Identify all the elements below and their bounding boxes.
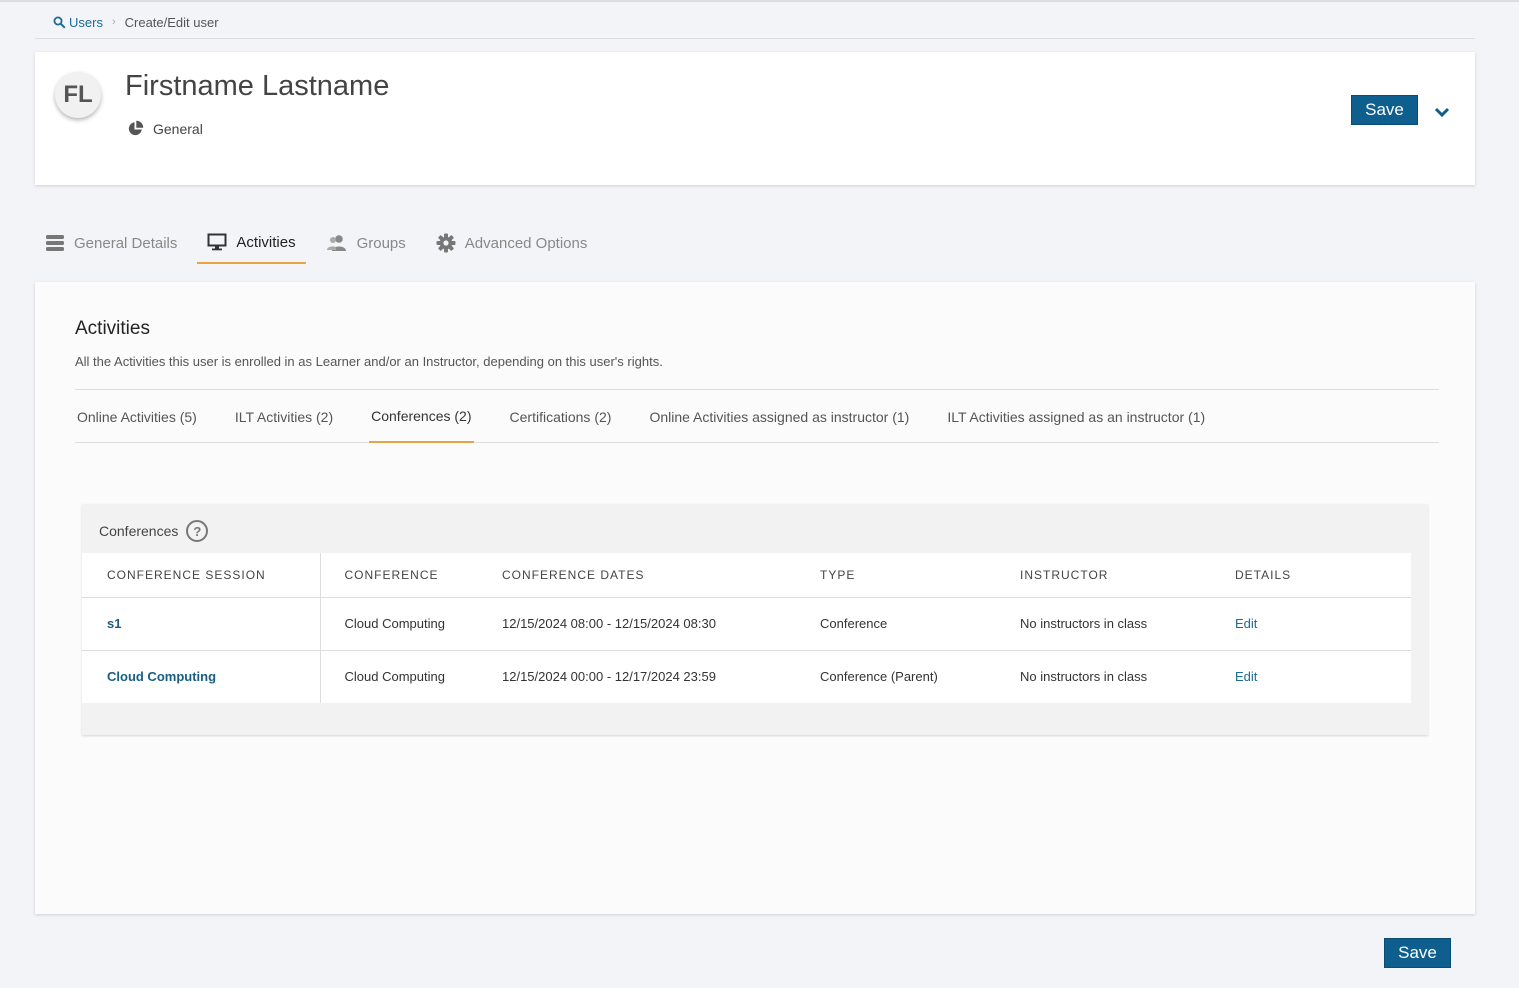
cell-dates: 12/15/2024 08:00 - 12/15/2024 08:30 [502,597,820,651]
user-type-label: General [153,120,203,137]
column-header-dates[interactable]: CONFERENCE DATES [502,553,820,598]
edit-link[interactable]: Edit [1235,669,1257,684]
breadcrumb-divider [35,38,1475,39]
session-link[interactable]: s1 [107,616,121,631]
main-tabs: General Details Activities Groups Advanc… [35,222,607,266]
subtab-online-activities[interactable]: Online Activities (5) [75,390,199,443]
cell-instructor: No instructors in class [1020,597,1235,651]
users-icon [326,235,346,251]
save-button[interactable]: Save [1351,95,1418,125]
column-header-session[interactable]: CONFERENCE SESSION [82,553,321,598]
user-header-card: FL Firstname Lastname General Save [35,52,1475,185]
section-title: Activities [75,318,150,339]
list-icon [46,235,64,251]
top-border [0,0,1519,2]
table-row: Cloud Computing Cloud Computing 12/15/20… [82,650,1411,703]
save-button-bottom[interactable]: Save [1384,938,1451,968]
chevron-down-icon[interactable] [1433,105,1451,123]
subtab-certifications[interactable]: Certifications (2) [508,390,614,443]
subtab-conferences[interactable]: Conferences (2) [369,390,474,443]
column-header-type[interactable]: TYPE [820,553,1020,598]
activities-card: Activities All the Activities this user … [35,282,1475,914]
conferences-table: CONFERENCE SESSION CONFERENCE CONFERENCE… [82,553,1411,703]
subtab-ilt-instructor[interactable]: ILT Activities assigned as an instructor… [945,390,1207,443]
section-description: All the Activities this user is enrolled… [75,354,663,369]
tab-general-details-label: General Details [74,234,178,252]
breadcrumb-current: Create/Edit user [124,14,219,30]
monitor-icon [207,233,227,251]
activity-subtabs: Online Activities (5) ILT Activities (2)… [75,389,1439,443]
column-header-details: DETAILS [1235,553,1411,598]
breadcrumb-users-link[interactable]: Users [53,15,103,30]
chevron-right-icon: › [111,16,116,28]
help-icon[interactable]: ? [186,520,209,542]
table-header-row: CONFERENCE SESSION CONFERENCE CONFERENCE… [82,553,1411,598]
breadcrumb: Users › Create/Edit user [53,12,219,32]
cell-details: Edit [1235,650,1411,703]
cell-details: Edit [1235,597,1411,651]
panel-title: Conferences ? [99,520,209,542]
gear-icon [436,233,456,253]
user-type: General [127,120,203,137]
tab-groups-label: Groups [356,234,406,252]
cell-conference: Cloud Computing [344,669,445,685]
subtab-ilt-activities[interactable]: ILT Activities (2) [233,390,335,443]
cell-type: Conference (Parent) [820,669,938,685]
breadcrumb-users-label: Users [69,14,103,30]
tab-activities[interactable]: Activities [197,222,306,264]
cell-dates: 12/15/2024 00:00 - 12/17/2024 23:59 [502,669,716,685]
search-icon [53,16,66,29]
tab-advanced-options[interactable]: Advanced Options [426,222,598,264]
user-name: Firstname Lastname [125,70,390,102]
cell-session: Cloud Computing [82,650,321,703]
tab-groups[interactable]: Groups [316,222,416,264]
session-link[interactable]: Cloud Computing [107,669,216,684]
cell-conference: Cloud Computing [320,597,502,651]
avatar: FL [55,72,101,118]
cell-type: Conference [820,597,1020,651]
pie-chart-icon [128,120,144,136]
column-header-instructor[interactable]: INSTRUCTOR [1020,553,1235,598]
tab-activities-label: Activities [236,233,296,251]
panel-title-label: Conferences [99,523,179,539]
conferences-panel: Conferences ? CONFERENCE SESSION CONFERE… [82,504,1428,735]
table-row: s1 Cloud Computing 12/15/2024 08:00 - 12… [82,597,1411,651]
cell-session: s1 [82,597,321,651]
edit-link[interactable]: Edit [1235,616,1257,631]
cell-instructor: No instructors in class [1020,669,1148,685]
subtab-online-instructor[interactable]: Online Activities assigned as instructor… [647,390,911,443]
tab-advanced-options-label: Advanced Options [464,234,588,252]
tab-general-details[interactable]: General Details [35,222,187,264]
column-header-conference[interactable]: CONFERENCE [320,553,502,598]
